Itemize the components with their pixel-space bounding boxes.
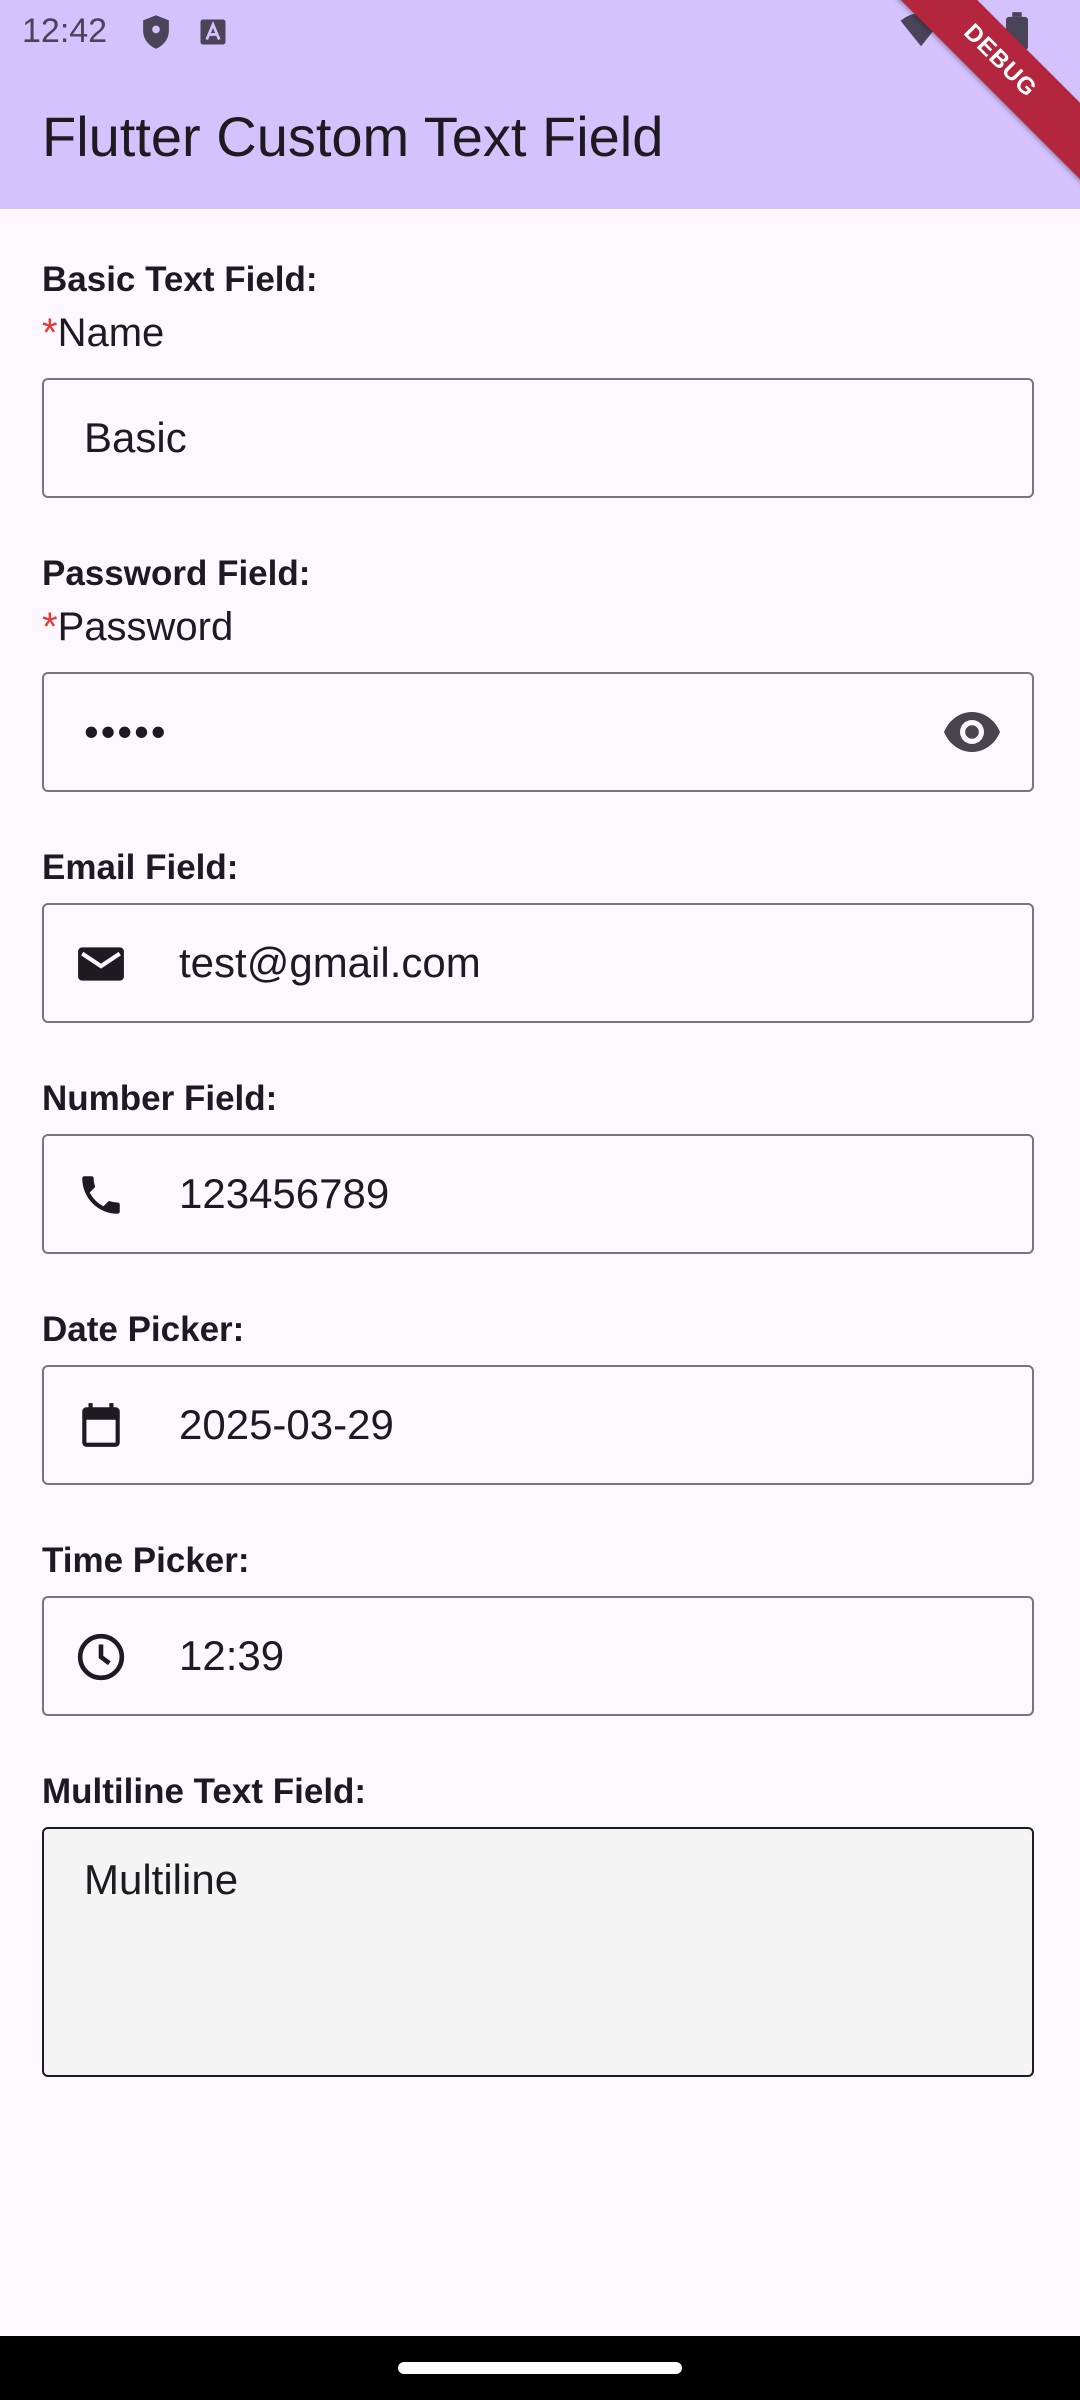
name-field-label: *Name	[42, 311, 164, 356]
number-field-value: 123456789	[179, 1170, 390, 1217]
status-left-icons	[140, 14, 228, 50]
date-field-value: 2025-03-29	[179, 1401, 394, 1448]
password-field-label: *Password	[42, 605, 233, 650]
time-section-label: Time Picker:	[42, 1541, 250, 1580]
password-label-text: Password	[57, 605, 234, 649]
number-field[interactable]: 123456789	[42, 1134, 1034, 1254]
multiline-section-label: Multiline Text Field:	[42, 1772, 367, 1811]
password-section-label: Password Field:	[42, 554, 311, 593]
time-picker-field[interactable]: 12:39	[42, 1596, 1034, 1716]
name-field[interactable]: Basic	[42, 378, 1034, 498]
email-field-value: test@gmail.com	[179, 939, 481, 986]
required-mark: *	[42, 605, 58, 649]
visibility-icon[interactable]	[942, 710, 1002, 754]
app-bar: 12:42 Flutter Custom Text Field DEBUG	[0, 0, 1080, 209]
date-section-label: Date Picker:	[42, 1310, 245, 1349]
page-title: Flutter Custom Text Field	[42, 105, 664, 168]
time-field-value: 12:39	[179, 1632, 285, 1679]
multiline-text-field[interactable]: Multiline	[42, 1827, 1034, 2077]
shield-icon	[143, 15, 169, 49]
required-mark: *	[42, 311, 58, 355]
email-section-label: Email Field:	[42, 848, 239, 887]
clock-icon	[77, 1633, 125, 1681]
mail-icon	[78, 947, 124, 981]
name-label-text: Name	[57, 311, 165, 355]
number-section-label: Number Field:	[42, 1079, 278, 1118]
status-time: 12:42	[22, 12, 108, 50]
basic-section-label: Basic Text Field:	[42, 260, 318, 299]
multiline-field-value: Multiline	[84, 1856, 239, 1903]
home-gesture-handle[interactable]	[398, 2362, 682, 2374]
calendar-icon	[82, 1403, 120, 1447]
date-picker-field[interactable]: 2025-03-29	[42, 1365, 1034, 1485]
phone-icon	[82, 1176, 120, 1214]
name-field-value: Basic	[84, 414, 187, 461]
password-field-value: •••••	[84, 708, 168, 755]
text-a-icon	[200, 19, 226, 45]
password-field[interactable]: •••••	[42, 672, 1034, 792]
email-field[interactable]: test@gmail.com	[42, 903, 1034, 1023]
